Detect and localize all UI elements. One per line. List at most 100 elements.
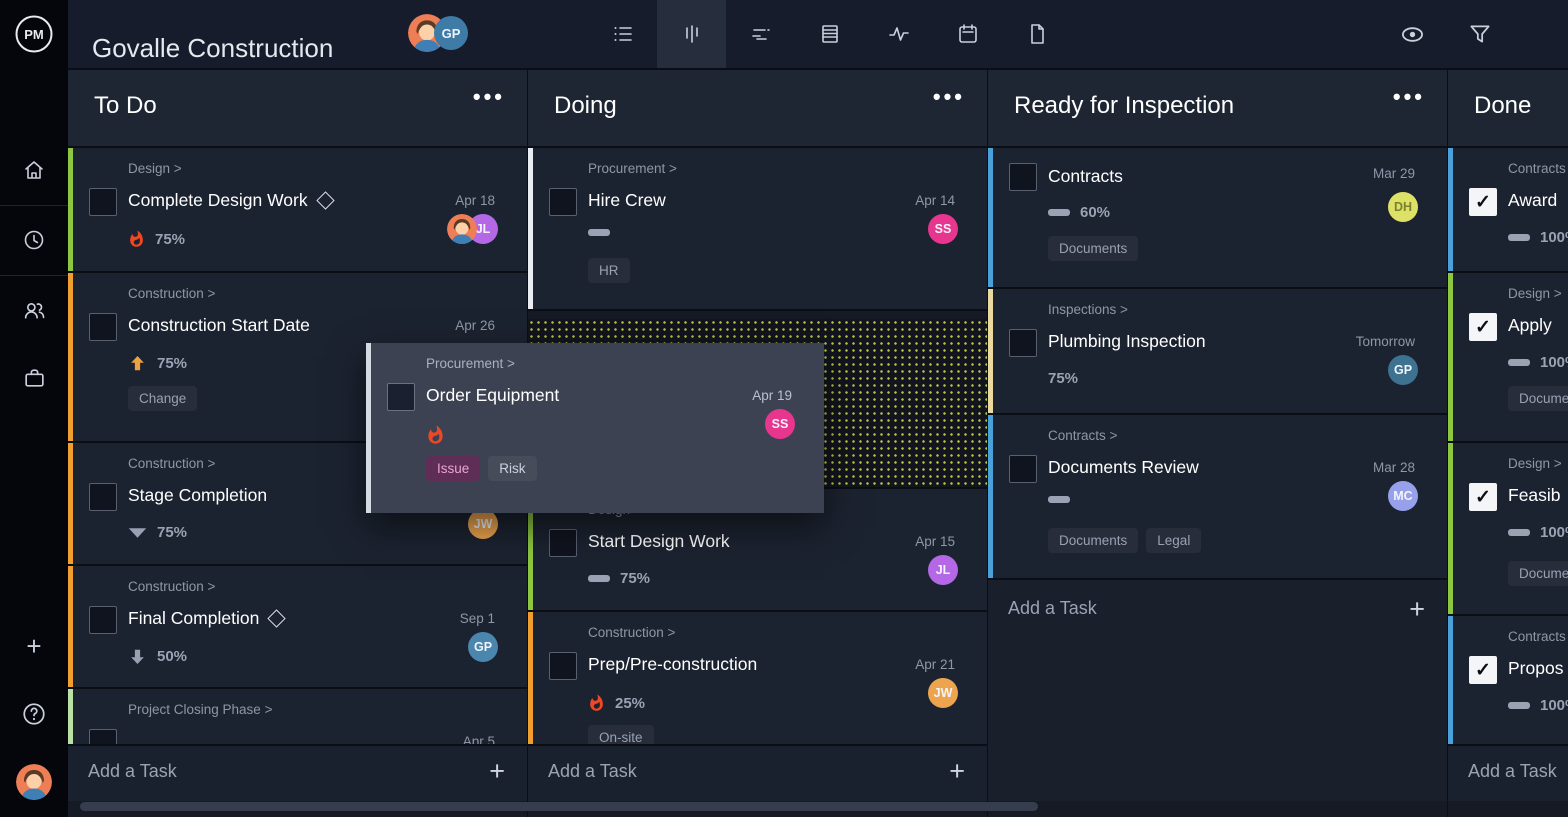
task-card[interactable]: Contracts > Documents Review Mar 28 Docu… xyxy=(988,415,1447,578)
task-checkbox[interactable] xyxy=(549,652,577,680)
top-bar: PM Govalle Construction GP xyxy=(0,0,1568,68)
task-checkbox[interactable] xyxy=(89,606,117,634)
tag: Documents xyxy=(1508,386,1568,411)
progress-value: 75% xyxy=(157,524,187,541)
task-phase-link[interactable]: Construction > xyxy=(128,456,215,471)
task-checkbox-checked[interactable]: ✓ xyxy=(1469,188,1497,216)
task-checkbox-checked[interactable]: ✓ xyxy=(1469,483,1497,511)
task-checkbox[interactable] xyxy=(1009,329,1037,357)
docs-view-button[interactable] xyxy=(1002,0,1071,68)
task-card[interactable]: Design > ✓ Feasib 100% Documents xyxy=(1448,443,1568,614)
plus-icon: + xyxy=(1409,594,1425,625)
task-card[interactable]: Inspections > Plumbing Inspection Tomorr… xyxy=(988,289,1447,413)
task-phase-link[interactable]: Design > xyxy=(1508,456,1562,471)
column-menu-button[interactable]: ••• xyxy=(473,84,505,110)
sidebar-help-button[interactable] xyxy=(0,694,68,734)
task-phase-link[interactable]: Contracts > xyxy=(1508,161,1568,176)
task-card[interactable]: Contracts Mar 29 60% Documents DH xyxy=(988,148,1447,287)
task-phase-link[interactable]: Design > xyxy=(128,161,182,176)
task-card[interactable]: Construction > Prep/Pre-construction Apr… xyxy=(528,612,987,744)
tag: Risk xyxy=(488,456,536,481)
project-members[interactable]: GP xyxy=(408,14,478,54)
task-phase-link[interactable]: Inspections > xyxy=(1048,302,1128,317)
task-phase-link[interactable]: Construction > xyxy=(588,625,675,640)
task-checkbox[interactable] xyxy=(89,188,117,216)
sidebar-item-team[interactable] xyxy=(0,290,68,330)
task-card[interactable]: Contracts > ✓ Award 100% xyxy=(1448,148,1568,271)
task-card[interactable]: Procurement > Hire Crew Apr 14 HR SS xyxy=(528,148,987,309)
arrow-up-icon xyxy=(128,354,147,373)
task-card[interactable]: Design > Complete Design Work Apr 18 75% xyxy=(68,148,527,271)
task-card[interactable]: Design > ✓ Apply 100% Documents xyxy=(1448,273,1568,441)
task-tags: Issue Risk xyxy=(426,456,537,481)
card-list: Contracts > ✓ Award 100% Design > ✓ Appl… xyxy=(1448,148,1568,744)
sheet-view-button[interactable] xyxy=(795,0,864,68)
assignee-avatar: DH xyxy=(1388,192,1418,222)
column-done: Done Contracts > ✓ Award 100% Design > ✓… xyxy=(1448,70,1568,817)
add-task-footer[interactable]: Add a Task + xyxy=(528,744,987,801)
sidebar-item-time[interactable] xyxy=(0,220,68,260)
sidebar-profile-avatar[interactable] xyxy=(0,762,68,802)
progress-dash-icon xyxy=(588,229,610,236)
task-phase-link[interactable]: Procurement > xyxy=(588,161,677,176)
task-checkbox[interactable] xyxy=(89,729,117,744)
add-task-inline[interactable]: Add a Task + xyxy=(988,580,1447,644)
flame-icon xyxy=(128,229,145,249)
task-card[interactable]: Contracts > ✓ Propos 100% xyxy=(1448,616,1568,744)
profile-photo-icon xyxy=(16,764,52,800)
horizontal-scrollbar-thumb[interactable] xyxy=(80,802,1038,811)
task-title: Plumbing Inspection xyxy=(1048,331,1206,352)
progress-dash-icon xyxy=(1508,529,1530,536)
task-card-cut[interactable]: Project Closing Phase > Apr 5 xyxy=(68,689,527,744)
progress-value: 75% xyxy=(1048,370,1078,387)
dragging-task-card[interactable]: Procurement > Order Equipment Apr 19 Iss… xyxy=(366,343,824,513)
task-checkbox-checked[interactable]: ✓ xyxy=(1469,656,1497,684)
task-phase-link[interactable]: Contracts > xyxy=(1048,428,1117,443)
task-checkbox[interactable] xyxy=(89,313,117,341)
task-title-row: Complete Design Work xyxy=(128,190,332,211)
add-task-footer[interactable]: Add a Task + xyxy=(68,744,527,801)
card-list: Contracts Mar 29 60% Documents DH Inspec… xyxy=(988,148,1447,644)
filter-button[interactable] xyxy=(1460,0,1500,68)
task-checkbox-checked[interactable]: ✓ xyxy=(1469,313,1497,341)
sidebar-item-home[interactable] xyxy=(0,150,68,190)
progress-dash-icon xyxy=(1508,234,1530,241)
tag: Documents xyxy=(1508,561,1568,586)
app-logo[interactable]: PM xyxy=(0,0,68,68)
gantt-view-button[interactable] xyxy=(726,0,795,68)
assignees: GP xyxy=(1388,355,1418,385)
task-card[interactable]: Construction > Final Completion Sep 1 50… xyxy=(68,566,527,687)
board-view-button[interactable] xyxy=(657,0,726,68)
task-checkbox[interactable] xyxy=(549,529,577,557)
assignee-avatar: SS xyxy=(928,214,958,244)
tag: On-site xyxy=(588,725,654,744)
activity-view-button[interactable] xyxy=(864,0,933,68)
calendar-view-button[interactable] xyxy=(933,0,1002,68)
task-checkbox[interactable] xyxy=(549,188,577,216)
milestone-icon xyxy=(268,609,286,627)
task-checkbox[interactable] xyxy=(1009,163,1037,191)
list-view-button[interactable] xyxy=(588,0,657,68)
sidebar-item-work[interactable] xyxy=(0,358,68,398)
task-phase-link[interactable]: Contracts > xyxy=(1508,629,1568,644)
column-title: Ready for Inspection xyxy=(1014,92,1234,120)
visibility-button[interactable] xyxy=(1392,0,1432,68)
task-phase-link[interactable]: Construction > xyxy=(128,579,215,594)
task-checkbox[interactable] xyxy=(89,483,117,511)
task-phase-link[interactable]: Project Closing Phase > xyxy=(128,702,272,717)
column-menu-button[interactable]: ••• xyxy=(1393,84,1425,110)
assignees: JL xyxy=(928,555,958,585)
triangle-down-icon xyxy=(128,527,147,539)
task-phase-link[interactable]: Construction > xyxy=(128,286,215,301)
task-title: Apply xyxy=(1508,315,1552,336)
task-phase-link[interactable]: Design > xyxy=(1508,286,1562,301)
column-header: Done xyxy=(1448,70,1568,148)
sidebar-add-button[interactable]: + xyxy=(0,626,68,666)
assignees: GP xyxy=(468,632,498,662)
task-checkbox[interactable] xyxy=(1009,455,1037,483)
task-phase-link[interactable]: Procurement > xyxy=(426,356,515,371)
column-menu-button[interactable]: ••• xyxy=(933,84,965,110)
due-date: Apr 26 xyxy=(455,318,495,333)
add-task-footer[interactable]: Add a Task xyxy=(1448,744,1568,801)
task-checkbox[interactable] xyxy=(387,383,415,411)
